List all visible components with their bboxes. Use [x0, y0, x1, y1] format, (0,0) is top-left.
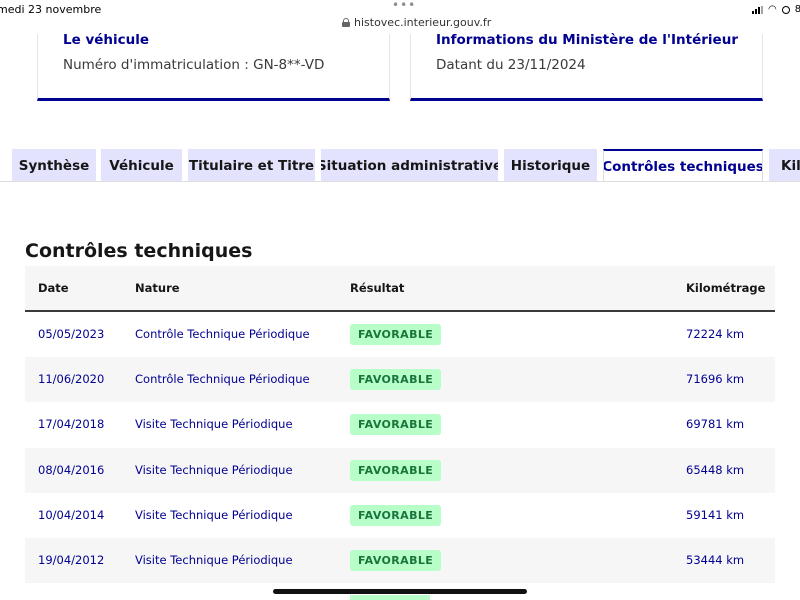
result-badge: FAVORABLE: [350, 504, 442, 526]
tab-vehicule[interactable]: Véhicule: [101, 149, 182, 182]
vehicle-card: Le véhicule Numéro d'immatriculation : G…: [37, 32, 390, 101]
result-badge: FAVORABLE: [350, 549, 442, 571]
cell-km: 72224 km: [686, 327, 745, 341]
ministry-card: Informations du Ministère de l'Intérieur…: [410, 32, 763, 101]
tab-situation[interactable]: Situation administrative: [321, 149, 498, 182]
controles-table: Date Nature Résultat Kilométrage 05/05/2…: [25, 266, 775, 584]
cell-date: 10/04/2014: [38, 507, 105, 522]
ministry-card-title: Informations du Ministère de l'Intérieur: [436, 32, 738, 48]
vehicle-card-title: Le véhicule: [63, 32, 150, 48]
cell-km: 53444 km: [686, 552, 745, 567]
header-date: Date: [38, 281, 69, 295]
result-badge: FAVORABLE: [350, 414, 442, 436]
cell-date: 17/04/2018: [38, 417, 105, 432]
cell-nature: Visite Technique Périodique: [135, 417, 293, 432]
home-indicator[interactable]: [273, 589, 527, 594]
registration-number: Numéro d'immatriculation : GN-8**-VD: [63, 57, 325, 73]
focus-icon: [781, 5, 790, 14]
table-header: Date Nature Résultat Kilométrage: [25, 266, 775, 312]
status-bar: medi 23 novembre ••• histovec.interieur.…: [0, 0, 800, 34]
cell-nature: Contrôle Technique Périodique: [135, 372, 310, 387]
cell-date: 11/06/2020: [38, 372, 105, 387]
address-bar[interactable]: histovec.interieur.gouv.fr: [342, 16, 491, 29]
table-row: 05/05/2023 Contrôle Technique Périodique…: [25, 312, 775, 357]
table-row: 10/04/2014 Visite Technique Périodique F…: [25, 493, 775, 538]
result-badge: FAVORABLE: [350, 324, 442, 345]
wifi-icon: ◠: [768, 4, 777, 15]
battery-level: 8: [794, 4, 800, 15]
status-date: medi 23 novembre: [0, 3, 102, 16]
header-nature: Nature: [135, 281, 180, 295]
tab-titulaire[interactable]: Titulaire et Titre: [188, 149, 315, 182]
result-badge-partial: [350, 595, 430, 600]
cell-nature: Contrôle Technique Périodique: [135, 327, 310, 341]
cell-date: 19/04/2012: [38, 552, 105, 567]
cell-nature: Visite Technique Périodique: [135, 507, 293, 522]
lock-icon: [342, 18, 350, 27]
system-icons: ◠ 8: [752, 4, 800, 15]
section-title: Contrôles techniques: [25, 240, 253, 262]
table-row: 11/06/2020 Contrôle Technique Périodique…: [25, 357, 775, 403]
tab-historique[interactable]: Historique: [504, 149, 597, 182]
cell-km: 69781 km: [686, 417, 745, 432]
header-kilometrage: Kilométrage: [686, 281, 766, 295]
cell-km: 65448 km: [686, 462, 745, 477]
cell-km: 71696 km: [686, 372, 745, 387]
cell-date: 08/04/2016: [38, 462, 105, 477]
cell-date: 05/05/2023: [38, 327, 105, 341]
result-badge: FAVORABLE: [350, 459, 442, 481]
more-dots-icon[interactable]: •••: [392, 0, 416, 12]
result-badge: FAVORABLE: [350, 369, 442, 391]
tab-synthese[interactable]: Synthèse: [12, 149, 96, 182]
cell-km: 59141 km: [686, 507, 745, 522]
signal-icon: [752, 5, 763, 14]
cell-nature: Visite Technique Périodique: [135, 552, 293, 567]
data-date: Datant du 23/11/2024: [436, 57, 586, 73]
header-result: Résultat: [350, 281, 405, 295]
tab-controles-techniques[interactable]: Contrôles techniques: [603, 149, 763, 183]
cell-nature: Visite Technique Périodique: [135, 462, 293, 477]
table-row: 17/04/2018 Visite Technique Périodique F…: [25, 402, 775, 447]
table-row: 19/04/2012 Visite Technique Périodique F…: [25, 537, 775, 584]
tab-bar: Synthèse Véhicule Titulaire et Titre Sit…: [0, 149, 800, 183]
url-text: histovec.interieur.gouv.fr: [354, 16, 492, 29]
tab-kilometrage[interactable]: Kilo: [769, 149, 800, 182]
table-row: 08/04/2016 Visite Technique Périodique F…: [25, 447, 775, 493]
